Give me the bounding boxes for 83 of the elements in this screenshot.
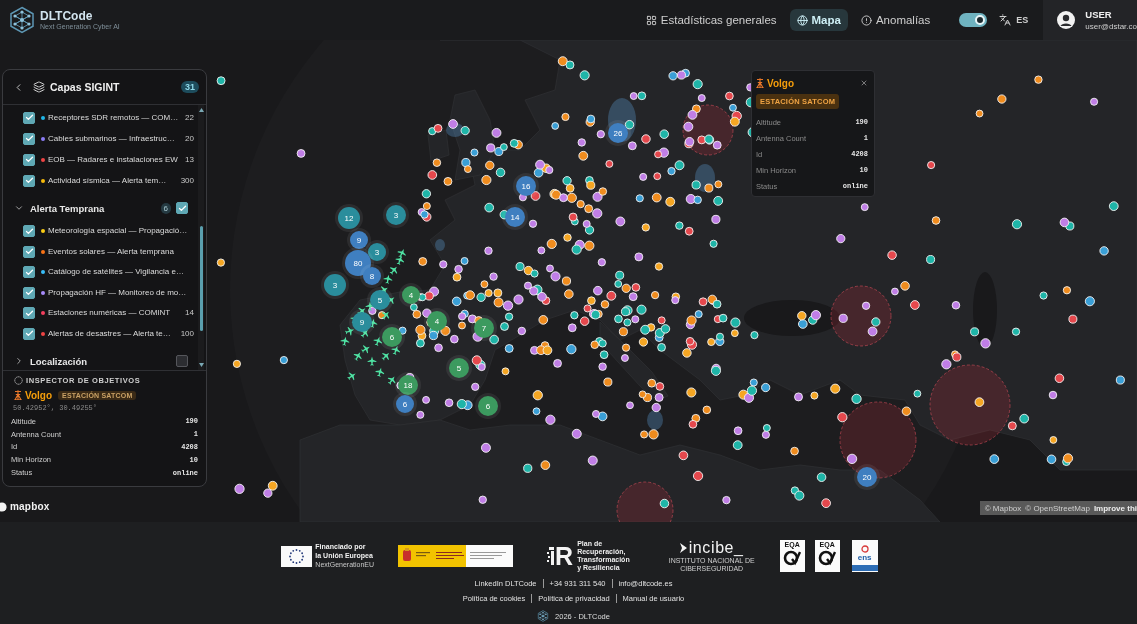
checkbox[interactable]: [23, 174, 35, 187]
brand-name: mapbox: [10, 501, 50, 512]
group-label: Localización: [30, 355, 87, 367]
layer-label: EOB — Radares e instalaciones EW: [48, 154, 178, 165]
attribution-link[interactable]: © Mapbox: [984, 503, 1022, 513]
count-badge: 31: [181, 81, 199, 93]
chevron-down-icon[interactable]: [14, 203, 24, 213]
close-button[interactable]: [860, 79, 868, 87]
target-name: Volgo: [767, 77, 795, 89]
layer-label: Cables submarinos — Infraestruc…: [48, 133, 175, 144]
hexagon-network-icon: [8, 6, 36, 34]
layer-count: 20: [184, 133, 194, 144]
scrollbar-thumb[interactable]: [199, 226, 203, 331]
tower-icon: [14, 390, 22, 400]
layer-count: 13: [184, 154, 194, 165]
pixel-dots-icon: [547, 546, 555, 566]
check-icon: [24, 176, 34, 185]
checkbox[interactable]: [176, 355, 188, 367]
layer-label: Actividad sísmica — Alerta tem…: [48, 175, 167, 186]
check-icon: [24, 226, 34, 236]
certifier-label: ens: [857, 553, 872, 562]
layer-label: Catálogo de satélites — Vigilancia e…: [48, 267, 184, 278]
checkbox[interactable]: [23, 225, 35, 238]
scrollbar[interactable]: [198, 105, 204, 370]
nav-tab[interactable]: Anomalías: [853, 9, 938, 31]
hexagon-network-icon: [537, 610, 550, 622]
checkbox[interactable]: [23, 245, 35, 258]
check-icon: [24, 329, 34, 339]
nav-tab[interactable]: Mapa: [789, 9, 848, 31]
layer-count: 100: [179, 328, 194, 339]
avatar-icon: [1057, 11, 1076, 29]
group-label: Alerta Temprana: [30, 202, 105, 214]
grid-icon: [645, 14, 657, 26]
quality-check-icon: [783, 549, 802, 567]
checkbox[interactable]: [176, 202, 188, 214]
toggle-switch[interactable]: [959, 13, 988, 27]
incibe-wordmark: incibe_: [688, 539, 744, 556]
layer-label: Meteorología espacial — Propagació…: [48, 226, 188, 237]
chevron-logo-icon: [679, 542, 687, 553]
checkbox[interactable]: [23, 327, 35, 340]
checkbox[interactable]: [23, 266, 35, 279]
user-menu-button[interactable]: USER user@dstar.co: [1043, 0, 1137, 40]
logo-letter: R: [555, 543, 574, 569]
translate-icon: [999, 14, 1012, 26]
checkbox[interactable]: [23, 286, 35, 299]
layer-count: 300: [179, 175, 194, 186]
checkbox[interactable]: [23, 153, 35, 166]
panel-title: Capas SIGINT: [50, 81, 120, 93]
chevron-right-icon[interactable]: [14, 356, 24, 366]
ring-icon: [860, 545, 869, 553]
close-icon: [860, 79, 868, 87]
globe-icon: [796, 14, 808, 26]
stripe-icon: [851, 565, 878, 571]
attribution-link[interactable]: Improve thi: [1093, 503, 1137, 513]
brand-name: DLTCode: [40, 9, 94, 23]
dashed-circle-icon: [14, 375, 23, 385]
caret-down-icon: [198, 363, 204, 367]
target-name: Volgo: [25, 389, 53, 401]
layer-label: Receptores SDR remotos — COM…: [48, 112, 179, 123]
checkbox[interactable]: [23, 132, 35, 145]
check-icon: [177, 203, 187, 213]
layer-label: Eventos solares — Alerta temprana: [48, 246, 174, 257]
check-icon: [24, 155, 34, 164]
checkbox[interactable]: [23, 111, 35, 124]
check-icon: [24, 113, 34, 122]
language-button[interactable]: ES: [999, 14, 1029, 26]
check-icon: [24, 134, 34, 143]
layer-count: 14: [184, 308, 194, 319]
tower-icon: [756, 78, 764, 88]
eu-flag-icon: [281, 545, 313, 567]
alert-icon: [860, 14, 872, 26]
quality-check-icon: [818, 549, 837, 567]
layer-label: Propagación HF — Monitoreo de mo…: [48, 287, 187, 298]
checkbox[interactable]: [23, 307, 35, 320]
group-count-badge: 6: [160, 202, 171, 214]
layer-label: Alertas de desastres — Alerta te…: [48, 328, 171, 339]
layer-label: Estaciones numéricas — COMINT: [48, 308, 171, 319]
caret-up-icon: [198, 108, 204, 112]
layer-count: 22: [184, 112, 194, 123]
layers-icon: [33, 81, 45, 93]
attribution-link[interactable]: © OpenStreetMap: [1025, 503, 1090, 513]
logo-icon: [0, 501, 8, 512]
nav-tab[interactable]: Estadísticas generales: [638, 9, 784, 31]
